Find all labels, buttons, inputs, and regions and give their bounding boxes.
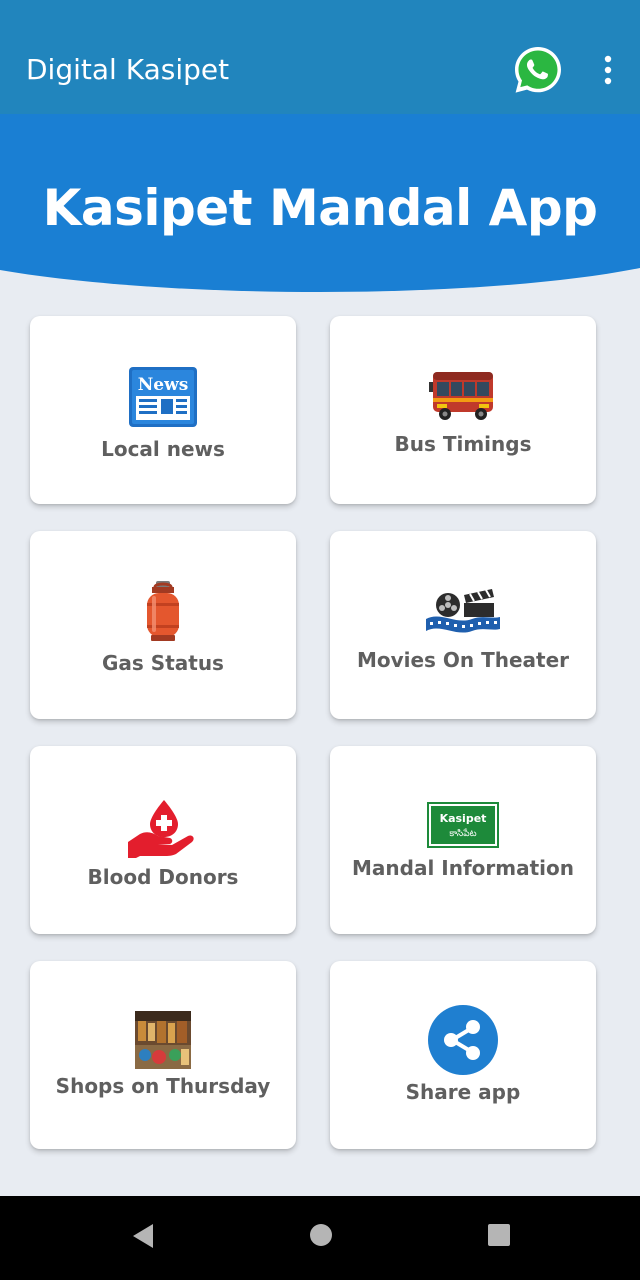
tile-label: Bus Timings — [394, 432, 532, 456]
film-reel-icon — [330, 589, 596, 633]
tile-label: Local news — [101, 437, 225, 461]
back-triangle-icon[interactable] — [130, 1222, 156, 1250]
tile-local-news[interactable]: News Local news — [30, 316, 296, 504]
market-photo-icon — [30, 1011, 296, 1069]
tile-label: Gas Status — [102, 651, 224, 675]
tile-label: Blood Donors — [87, 865, 239, 889]
tile-label: Shops on Thursday — [55, 1074, 271, 1098]
signboard-text: Kasipet — [440, 812, 487, 825]
app-title: Digital Kasipet — [26, 53, 230, 86]
signboard-icon: Kasipet కాసిపేట — [330, 802, 596, 848]
home-circle-icon[interactable] — [309, 1223, 333, 1247]
gas-cylinder-icon — [30, 579, 296, 643]
tile-label: Movies On Theater — [356, 648, 570, 672]
banner-title: Kasipet Mandal App — [42, 179, 598, 237]
app-bar: Digital Kasipet — [0, 0, 640, 114]
blood-donation-icon — [30, 798, 296, 858]
whatsapp-icon[interactable] — [512, 44, 564, 96]
signboard-subtext: కాసిపేట — [449, 828, 476, 839]
tile-bus-timings[interactable]: Bus Timings — [330, 316, 596, 504]
tile-movies-on-theater[interactable]: Movies On Theater — [330, 531, 596, 719]
tile-label: Share app — [405, 1080, 521, 1104]
tile-gas-status[interactable]: Gas Status — [30, 531, 296, 719]
more-vertical-icon[interactable] — [596, 52, 620, 88]
bus-icon — [330, 368, 596, 422]
tile-share-app[interactable]: Share app — [330, 961, 596, 1149]
recents-square-icon[interactable] — [487, 1223, 511, 1247]
share-icon — [330, 1005, 596, 1075]
screen: Digital Kasipet Kasipet Mandal App News … — [0, 0, 640, 1280]
news-icon-text: News — [138, 375, 189, 395]
news-icon: News — [30, 366, 296, 428]
tile-mandal-information[interactable]: Kasipet కాసిపేట Mandal Information — [330, 746, 596, 934]
tile-shops-on-thursday[interactable]: Shops on Thursday — [30, 961, 296, 1149]
tile-blood-donors[interactable]: Blood Donors — [30, 746, 296, 934]
tile-label: Mandal Information — [352, 856, 574, 880]
